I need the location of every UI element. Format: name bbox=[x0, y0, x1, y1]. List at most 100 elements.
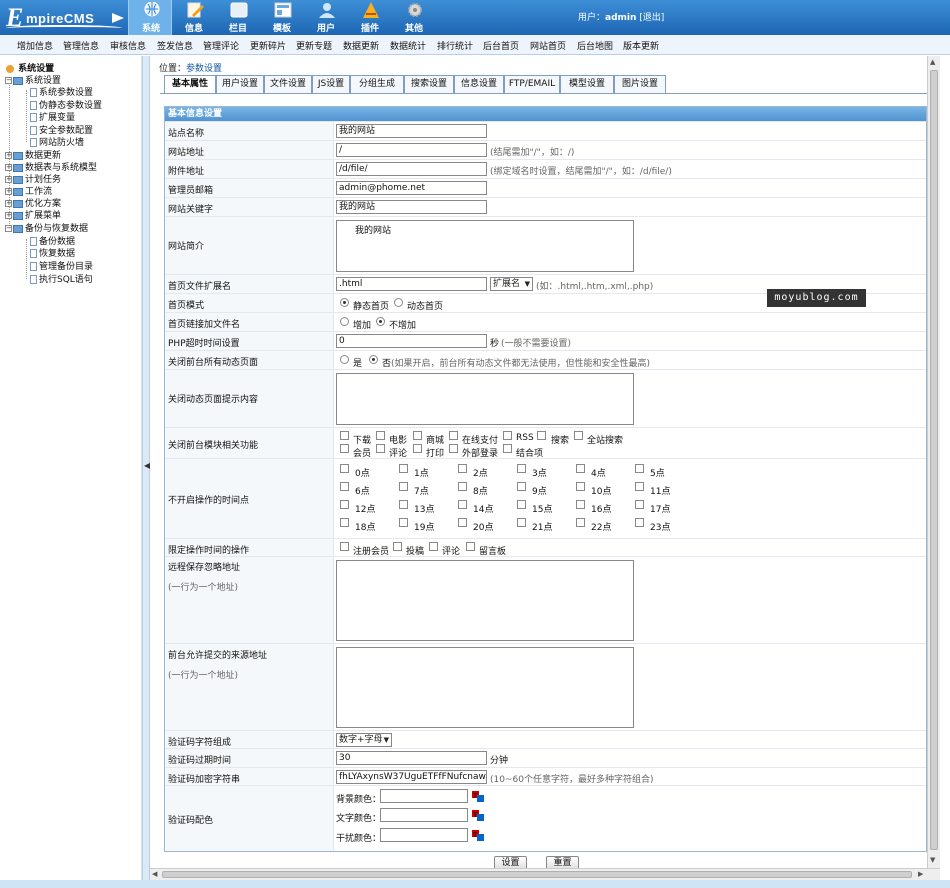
menu-item[interactable]: 网站首页 bbox=[530, 39, 566, 52]
tree-leaf[interactable]: 恢复数据 bbox=[30, 246, 75, 259]
tree-leaf[interactable]: 网站防火墙 bbox=[30, 135, 84, 148]
hour-checkbox[interactable] bbox=[399, 464, 408, 473]
captcha-type-select[interactable]: 数字+字母 ▼ bbox=[336, 733, 392, 747]
module-checkbox[interactable] bbox=[503, 431, 512, 440]
menu-item[interactable]: 签发信息 bbox=[157, 39, 193, 52]
menu-item[interactable]: 审核信息 bbox=[110, 39, 146, 52]
horizontal-scrollbar[interactable]: ◀ ▶ bbox=[150, 868, 940, 880]
scroll-left-icon[interactable]: ◀ bbox=[152, 870, 157, 878]
index-ext-select[interactable]: 扩展名 ▼ bbox=[490, 277, 533, 291]
tree-leaf[interactable]: 执行SQL语句 bbox=[30, 272, 93, 285]
close-dynamic-no-radio[interactable] bbox=[369, 355, 378, 364]
tree-leaf[interactable]: 系统参数设置 bbox=[30, 85, 93, 98]
php-timeout-input[interactable]: 0 bbox=[336, 334, 487, 348]
vertical-scrollbar[interactable]: ▲ ▼ bbox=[927, 56, 940, 868]
menu-item[interactable]: 管理评论 bbox=[203, 39, 239, 52]
scroll-thumb[interactable] bbox=[930, 70, 938, 850]
module-checkbox[interactable] bbox=[537, 431, 546, 440]
tree-leaf[interactable]: 管理备份目录 bbox=[30, 259, 93, 272]
menu-item[interactable]: 增加信息 bbox=[17, 39, 53, 52]
breadcrumb-link[interactable]: 参数设置 bbox=[186, 64, 222, 74]
menu-item[interactable]: 版本更新 bbox=[623, 39, 659, 52]
tree-folder[interactable]: + 扩展菜单 bbox=[5, 208, 61, 221]
hour-checkbox[interactable] bbox=[635, 518, 644, 527]
admin-email-input[interactable]: admin@phome.net bbox=[336, 181, 487, 195]
menu-item[interactable]: 后台首页 bbox=[483, 39, 519, 52]
index-mode-dynamic-radio[interactable] bbox=[394, 298, 403, 307]
hour-checkbox[interactable] bbox=[399, 518, 408, 527]
hour-checkbox[interactable] bbox=[517, 482, 526, 491]
index-ext-input[interactable]: .html bbox=[336, 277, 487, 291]
hour-checkbox[interactable] bbox=[458, 482, 467, 491]
nav-tab-user[interactable]: 用户 bbox=[304, 0, 348, 35]
tab-image[interactable]: 图片设置 bbox=[614, 75, 666, 93]
scroll-thumb[interactable] bbox=[162, 871, 912, 878]
hour-checkbox[interactable] bbox=[576, 518, 585, 527]
tab-model[interactable]: 模型设置 bbox=[560, 75, 614, 93]
scroll-up-icon[interactable]: ▲ bbox=[930, 58, 935, 66]
menu-item[interactable]: 更新碎片 bbox=[250, 39, 286, 52]
logout-link[interactable]: [退出] bbox=[639, 13, 664, 23]
limit-op-checkbox[interactable] bbox=[466, 542, 475, 551]
tree-leaf[interactable]: 扩展变量 bbox=[30, 110, 75, 123]
tab-group[interactable]: 分组生成 bbox=[350, 75, 404, 93]
scroll-down-icon[interactable]: ▼ bbox=[930, 856, 935, 864]
keywords-input[interactable]: 我的网站 bbox=[336, 200, 487, 214]
hour-checkbox[interactable] bbox=[517, 518, 526, 527]
index-link-add-radio[interactable] bbox=[340, 317, 349, 326]
sidebar-splitter[interactable]: ◀ bbox=[142, 56, 150, 880]
hour-checkbox[interactable] bbox=[576, 464, 585, 473]
tab-ftp-email[interactable]: FTP/EMAIL bbox=[504, 75, 560, 93]
index-link-noadd-radio[interactable] bbox=[376, 317, 385, 326]
nav-tab-plugin[interactable]: 插件 bbox=[348, 0, 392, 35]
nav-tab-info[interactable]: 信息 bbox=[172, 0, 216, 35]
module-checkbox[interactable] bbox=[503, 444, 512, 453]
module-checkbox[interactable] bbox=[413, 444, 422, 453]
site-url-input[interactable]: / bbox=[336, 143, 487, 157]
captcha-expire-input[interactable]: 30 bbox=[336, 751, 487, 765]
hour-checkbox[interactable] bbox=[635, 482, 644, 491]
hour-checkbox[interactable] bbox=[635, 464, 644, 473]
color-picker-icon[interactable]: T bbox=[472, 791, 484, 802]
allow-source-textarea[interactable] bbox=[336, 647, 634, 728]
captcha-key-input[interactable]: fhLYAxynsW37UguETFfFNufcnawUt7 bbox=[336, 770, 487, 784]
captcha-bg-color-input[interactable] bbox=[380, 789, 468, 803]
hour-checkbox[interactable] bbox=[635, 500, 644, 509]
module-checkbox[interactable] bbox=[376, 431, 385, 440]
nav-tab-template[interactable]: 模板 bbox=[260, 0, 304, 35]
intro-textarea[interactable]: 我的网站 bbox=[336, 220, 634, 272]
hour-checkbox[interactable] bbox=[340, 518, 349, 527]
hour-checkbox[interactable] bbox=[340, 500, 349, 509]
tab-file[interactable]: 文件设置 bbox=[264, 75, 312, 93]
hour-checkbox[interactable] bbox=[399, 482, 408, 491]
nav-tab-system[interactable]: 系统 bbox=[128, 0, 172, 35]
captcha-text-color-input[interactable] bbox=[380, 808, 468, 822]
module-checkbox[interactable] bbox=[340, 431, 349, 440]
module-checkbox[interactable] bbox=[376, 444, 385, 453]
site-name-input[interactable]: 我的网站 bbox=[336, 124, 487, 138]
color-picker-icon[interactable]: T bbox=[472, 810, 484, 821]
hour-checkbox[interactable] bbox=[576, 482, 585, 491]
limit-op-checkbox[interactable] bbox=[429, 542, 438, 551]
hour-checkbox[interactable] bbox=[458, 464, 467, 473]
module-checkbox[interactable] bbox=[340, 444, 349, 453]
close-dynamic-yes-radio[interactable] bbox=[340, 355, 349, 364]
hour-checkbox[interactable] bbox=[576, 500, 585, 509]
hour-checkbox[interactable] bbox=[340, 464, 349, 473]
hour-checkbox[interactable] bbox=[517, 500, 526, 509]
module-checkbox[interactable] bbox=[449, 431, 458, 440]
module-checkbox[interactable] bbox=[574, 431, 583, 440]
tab-search[interactable]: 搜索设置 bbox=[404, 75, 454, 93]
limit-op-checkbox[interactable] bbox=[393, 542, 402, 551]
limit-op-checkbox[interactable] bbox=[340, 542, 349, 551]
tab-basic[interactable]: 基本属性 bbox=[164, 75, 216, 93]
nav-tab-column[interactable]: 栏目 bbox=[216, 0, 260, 35]
menu-item[interactable]: 更新专题 bbox=[296, 39, 332, 52]
hour-checkbox[interactable] bbox=[399, 500, 408, 509]
menu-item[interactable]: 排行统计 bbox=[437, 39, 473, 52]
module-checkbox[interactable] bbox=[449, 444, 458, 453]
tab-js[interactable]: JS设置 bbox=[312, 75, 350, 93]
nav-tab-other[interactable]: 其他 bbox=[392, 0, 436, 35]
index-mode-static-radio[interactable] bbox=[340, 298, 349, 307]
tab-info[interactable]: 信息设置 bbox=[454, 75, 504, 93]
